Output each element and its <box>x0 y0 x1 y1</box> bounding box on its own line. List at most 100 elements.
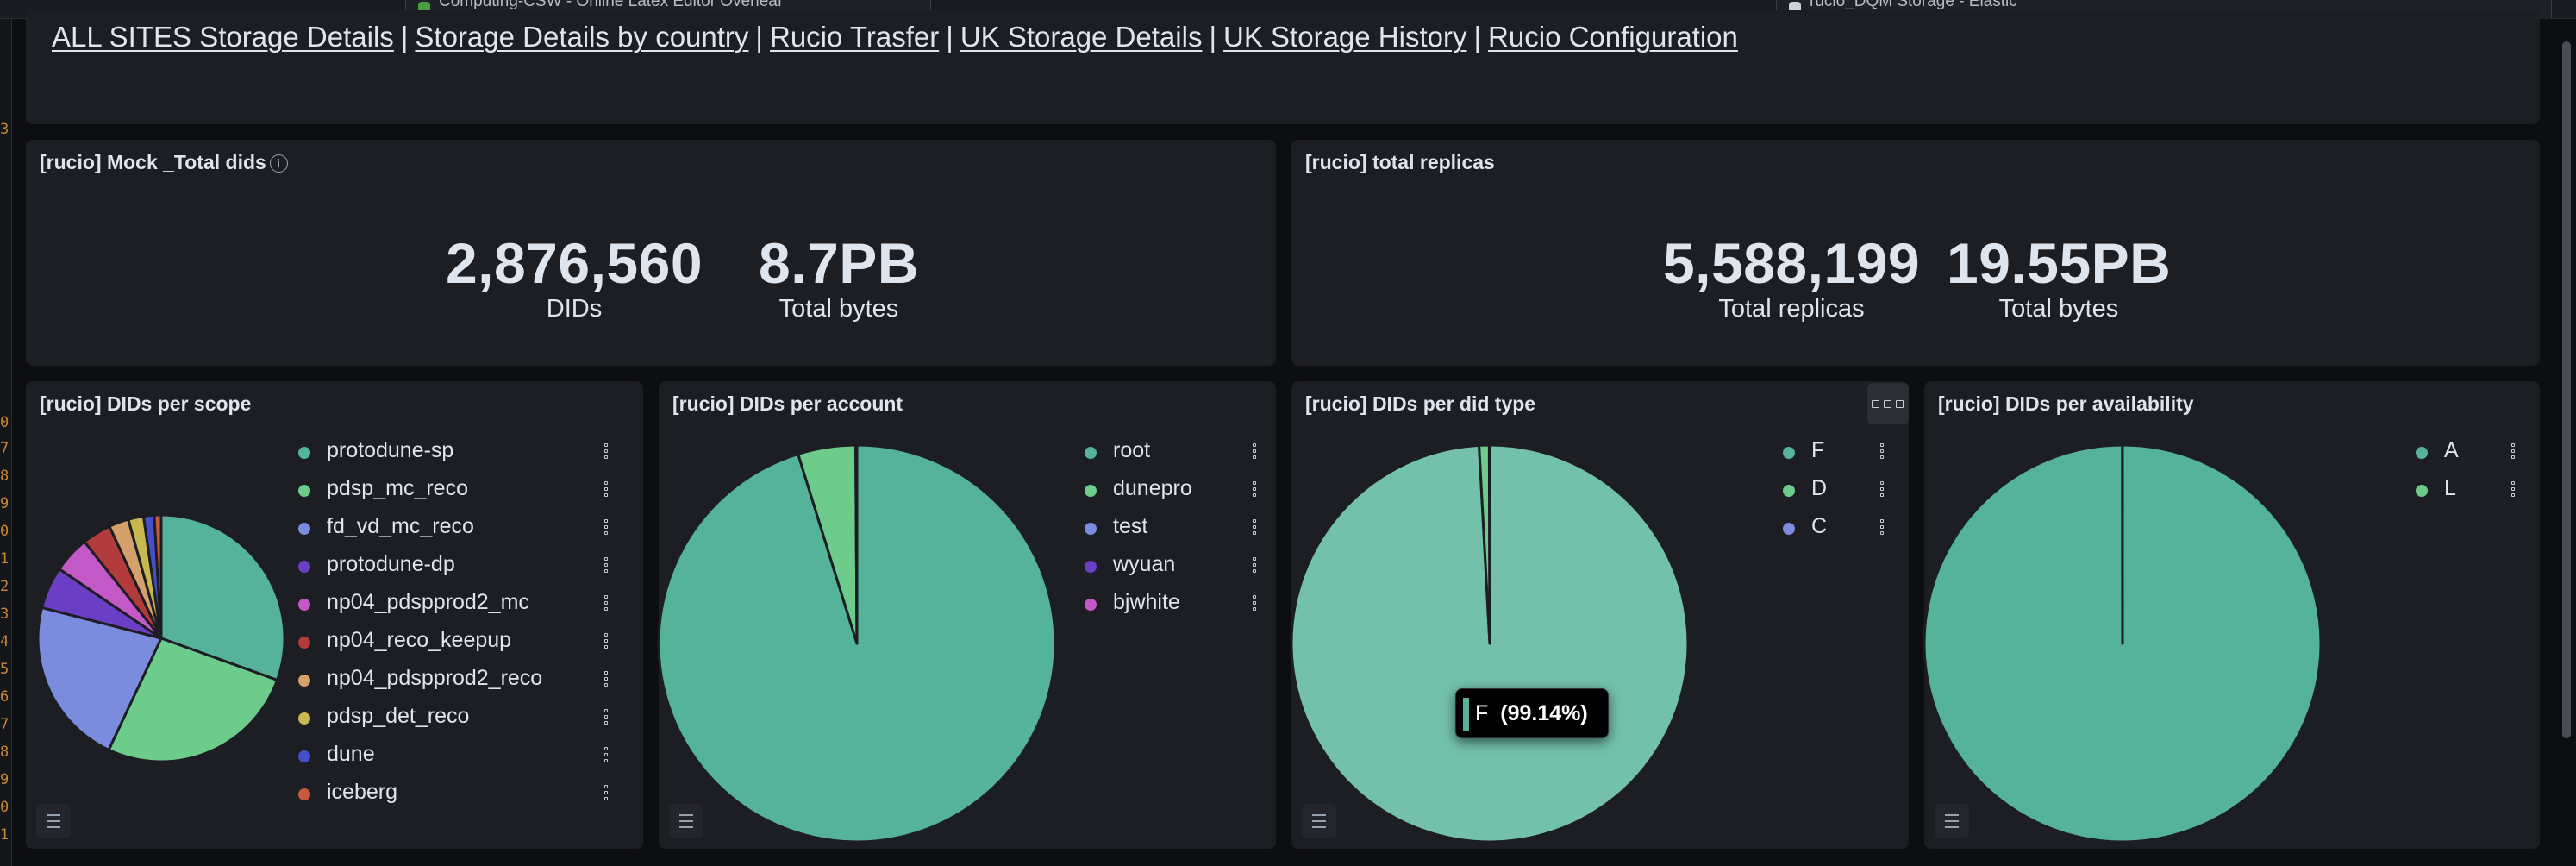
nav-link-all-sites[interactable]: ALL SITES Storage Details <box>52 21 394 53</box>
legend-toggle-icon[interactable] <box>36 804 71 838</box>
dids-per-scope-panel: [rucio] DIDs per scope protodune-sp pdsp_… <box>26 381 643 849</box>
background-window-slice: 3 0 7 8 9 0 1 2 3 4 5 6 7 8 9 0 1 <box>0 19 12 866</box>
info-icon[interactable]: i <box>269 154 288 173</box>
legend-item[interactable]: fd_vd_mc_reco <box>298 514 643 552</box>
legend-item[interactable]: F <box>1783 438 1909 476</box>
metric-total-bytes: 19.55PB Total bytes <box>1947 235 2171 323</box>
legend-color-dot <box>1783 447 1795 459</box>
legend-item-menu-icon[interactable] <box>603 519 609 538</box>
legend-color-dot <box>1085 447 1097 459</box>
legend-item[interactable]: C <box>1783 514 1909 552</box>
metric-dids: 2,876,560 DIDs <box>402 235 747 323</box>
legend-color-dot <box>1085 485 1097 497</box>
dids-per-availability-panel: [rucio] DIDs per availability AL <box>1923 381 2540 849</box>
legend-color-dot <box>298 561 310 573</box>
nav-links: ALL SITES Storage Details | Storage Detail… <box>52 21 1738 53</box>
nav-link-by-country[interactable]: Storage Details by country <box>415 21 748 53</box>
legend-color-dot <box>298 675 310 687</box>
total-dids-panel: [rucio] Mock _Total dids i 2,876,560 DIDs… <box>26 140 1276 366</box>
legend-item[interactable]: iceberg <box>298 780 643 818</box>
legend-label: A <box>2444 438 2459 462</box>
legend-item[interactable]: np04_pdspprod2_mc <box>298 590 643 628</box>
legend-toggle-icon[interactable] <box>1935 804 1969 838</box>
legend-color-dot <box>2416 447 2428 459</box>
legend-color-dot <box>298 599 310 611</box>
tooltip-text: F (99.14%) <box>1475 701 1588 726</box>
legend-item-menu-icon[interactable] <box>1879 443 1885 462</box>
metric-value: 8.7PB <box>759 231 919 295</box>
legend-item[interactable]: dunepro <box>1085 476 1276 514</box>
legend-color-dot <box>1085 599 1097 611</box>
legend-item[interactable]: root <box>1085 438 1276 476</box>
legend-item[interactable]: protodune-sp <box>298 438 643 476</box>
metric-label: Total bytes <box>778 295 899 323</box>
legend-item-menu-icon[interactable] <box>1879 481 1885 500</box>
legend-color-dot <box>298 485 310 497</box>
legend-label: test <box>1113 514 1148 538</box>
legend-color-dot <box>1783 485 1795 497</box>
legend-item-menu-icon[interactable] <box>1879 519 1885 538</box>
legend-label: protodune-dp <box>327 552 455 576</box>
legend-item-menu-icon[interactable] <box>1252 557 1257 576</box>
chart-tooltip: F (99.14%) <box>1455 688 1609 738</box>
legend-item-menu-icon[interactable] <box>603 443 609 462</box>
legend-color-dot <box>298 447 310 459</box>
legend-item-menu-icon[interactable] <box>603 557 609 576</box>
legend-item[interactable]: pdsp_mc_reco <box>298 476 643 514</box>
legend-label: np04_reco_keepup <box>327 628 512 652</box>
legend-color-dot <box>298 637 310 649</box>
nav-link-rucio-transfer[interactable]: Rucio Trasfer <box>770 21 939 53</box>
legend-item[interactable]: A <box>2416 438 2540 476</box>
legend-item-menu-icon[interactable] <box>2510 443 2516 462</box>
total-replicas-panel: [rucio] total replicas 5,588,199 Total r… <box>1291 140 2540 366</box>
legend-item-menu-icon[interactable] <box>603 595 609 614</box>
legend-item-menu-icon[interactable] <box>603 671 609 690</box>
legend-item-menu-icon[interactable] <box>1252 481 1257 500</box>
legend: root dunepro test wyuan bjwhite <box>1085 438 1276 628</box>
legend-item-menu-icon[interactable] <box>603 481 609 500</box>
metric-label: Total bytes <box>1998 295 2119 323</box>
legend: AL <box>2416 438 2540 514</box>
metric-value: 19.55PB <box>1947 231 2172 295</box>
legend-item-menu-icon[interactable] <box>603 785 609 804</box>
legend-label: root <box>1113 438 1151 462</box>
legend-label: wyuan <box>1113 552 1176 576</box>
legend-color-dot <box>1783 523 1795 535</box>
metric-label: DIDs <box>546 295 603 323</box>
legend-item[interactable]: protodune-dp <box>298 552 643 590</box>
legend-item-menu-icon[interactable] <box>603 633 609 652</box>
legend-color-dot <box>298 523 310 535</box>
legend-color-dot <box>2416 485 2428 497</box>
legend-toggle-icon[interactable] <box>669 804 703 838</box>
legend-label: dunepro <box>1113 476 1192 500</box>
nav-separator: | <box>946 21 953 53</box>
nav-link-uk-storage-details[interactable]: UK Storage Details <box>960 21 1203 53</box>
legend-item[interactable]: D <box>1783 476 1909 514</box>
legend-item-menu-icon[interactable] <box>1252 595 1257 614</box>
panel-title: [rucio] Mock _Total dids i <box>40 151 288 174</box>
pie-slice-c[interactable] <box>1487 443 1491 645</box>
legend-label: iceberg <box>327 780 397 804</box>
legend-item[interactable]: dune <box>298 742 643 780</box>
legend-label: F <box>1811 438 1825 462</box>
nav-link-rucio-configuration[interactable]: Rucio Configuration <box>1488 21 1738 53</box>
legend-item[interactable]: np04_reco_keepup <box>298 628 643 666</box>
legend-label: fd_vd_mc_reco <box>327 514 474 538</box>
scrollbar-thumb[interactable] <box>2562 41 2571 738</box>
legend-item-menu-icon[interactable] <box>1252 443 1257 462</box>
nav-link-uk-storage-history[interactable]: UK Storage History <box>1223 21 1466 53</box>
legend-item[interactable]: test <box>1085 514 1276 552</box>
legend-item[interactable]: pdsp_det_reco <box>298 704 643 742</box>
legend-label: np04_pdspprod2_reco <box>327 666 543 690</box>
legend-item-menu-icon[interactable] <box>603 709 609 728</box>
legend-item-menu-icon[interactable] <box>1252 519 1257 538</box>
legend-item[interactable]: L <box>2416 476 2540 514</box>
legend-item[interactable]: wyuan <box>1085 552 1276 590</box>
tooltip-value: (99.14%) <box>1500 701 1588 725</box>
tooltip-label: F <box>1475 701 1489 725</box>
legend-item-menu-icon[interactable] <box>603 747 609 766</box>
legend-item[interactable]: np04_pdspprod2_reco <box>298 666 643 704</box>
legend-toggle-icon[interactable] <box>1302 804 1336 838</box>
legend-item-menu-icon[interactable] <box>2510 481 2516 500</box>
legend-item[interactable]: bjwhite <box>1085 590 1276 628</box>
